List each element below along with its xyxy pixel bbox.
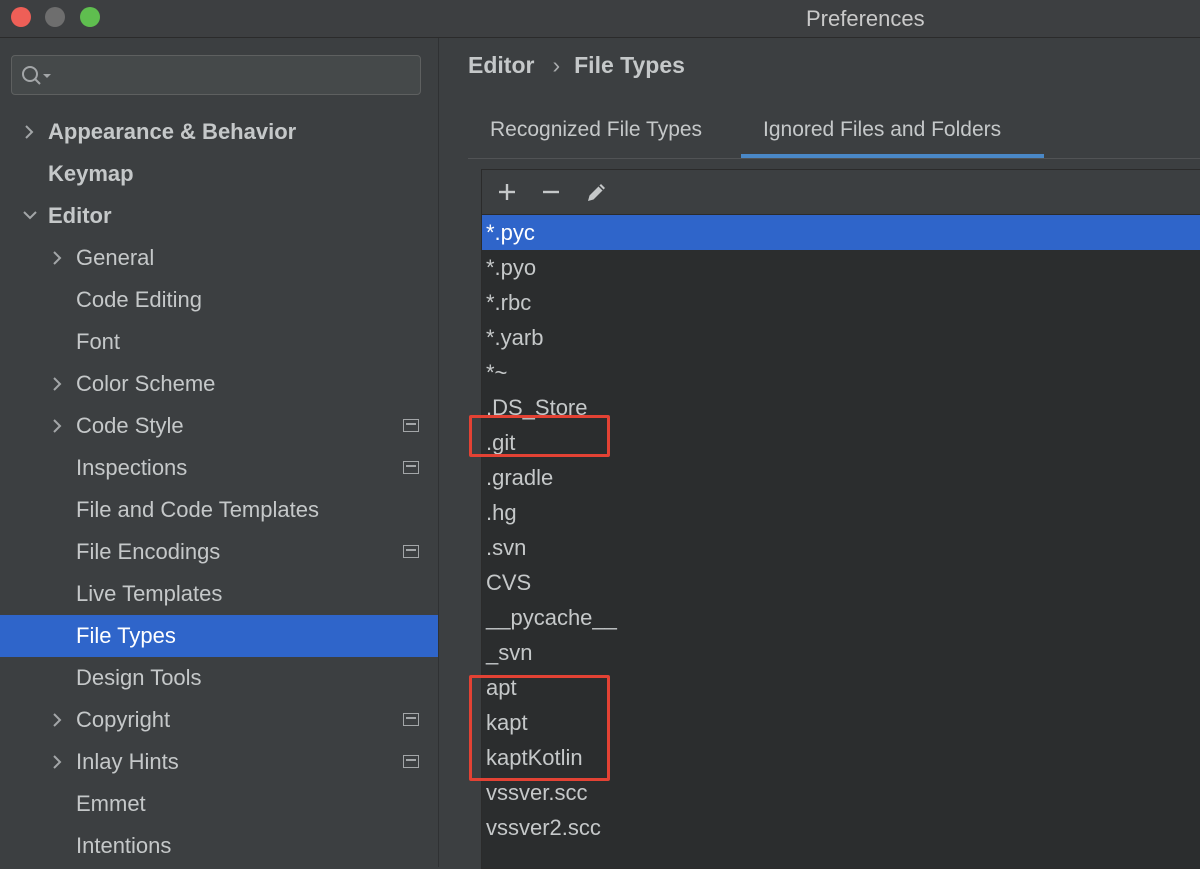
pencil-icon[interactable] — [585, 180, 609, 204]
sidebar-item-design-tools[interactable]: Design Tools — [0, 657, 438, 699]
list-item[interactable]: .gradle — [482, 460, 1200, 495]
sidebar-item-label: File Encodings — [76, 539, 221, 564]
sidebar-item-label: Appearance & Behavior — [48, 119, 297, 144]
tab-bar: Recognized File Types Ignored Files and … — [468, 106, 1200, 159]
sidebar-item-inlay-hints[interactable]: Inlay Hints — [0, 741, 438, 783]
breadcrumb-separator: › — [552, 52, 561, 78]
main-panel: Editor › File Types Recognized File Types … — [439, 38, 1200, 869]
list-item[interactable]: *.yarb — [482, 320, 1200, 355]
sidebar-item-label: File Types — [76, 623, 176, 648]
sidebar-item-label: Copyright — [76, 707, 171, 732]
list-toolbar — [482, 170, 1200, 215]
chevron-down-icon[interactable] — [20, 195, 40, 237]
sidebar-item-editor[interactable]: Editor — [0, 195, 438, 237]
sidebar-item-label: Code Style — [76, 413, 184, 438]
chevron-right-icon[interactable] — [48, 741, 68, 783]
chevron-right-icon[interactable] — [48, 237, 68, 279]
project-settings-icon — [403, 755, 419, 768]
chevron-right-icon[interactable] — [48, 405, 68, 447]
sidebar-item-label: File and Code Templates — [76, 497, 319, 522]
list-item[interactable]: _svn — [482, 635, 1200, 670]
breadcrumb: Editor › File Types — [468, 52, 685, 79]
ignored-files-panel: *.pyc *.pyo *.rbc *.yarb *~ .DS_Store .git .gra… — [469, 169, 1200, 869]
sidebar-item-label: Code Editing — [76, 287, 202, 312]
sidebar-item-appearance-behavior[interactable]: Appearance & Behavior — [0, 111, 438, 153]
highlight-box-kapt — [469, 675, 610, 781]
tab-recognized-file-types[interactable]: Recognized File Types — [490, 106, 736, 158]
sidebar-item-code-style[interactable]: Code Style — [0, 405, 438, 447]
search-icon — [22, 66, 51, 85]
chevron-right-icon[interactable] — [48, 699, 68, 741]
project-settings-icon — [403, 461, 419, 474]
sidebar-item-label: Color Scheme — [76, 371, 216, 396]
list-item[interactable]: .svn — [482, 530, 1200, 565]
sidebar-item-inspections[interactable]: Inspections — [0, 447, 438, 489]
close-window-button[interactable] — [11, 7, 31, 27]
project-settings-icon — [403, 713, 419, 726]
settings-sidebar: Appearance & Behavior Keymap Editor General… — [0, 38, 439, 867]
project-settings-icon — [403, 419, 419, 432]
sidebar-item-label: Intentions — [76, 833, 172, 858]
minus-icon[interactable] — [539, 180, 563, 204]
sidebar-item-code-editing[interactable]: Code Editing — [0, 279, 438, 321]
search-field[interactable] — [11, 55, 421, 95]
project-settings-icon — [403, 545, 419, 558]
sidebar-item-file-types[interactable]: File Types — [0, 615, 438, 657]
sidebar-item-emmet[interactable]: Emmet — [0, 783, 438, 825]
window-title: Preferences — [806, 6, 925, 31]
sidebar-item-file-and-code-templates[interactable]: File and Code Templates — [0, 489, 438, 531]
list-item[interactable]: CVS — [482, 565, 1200, 600]
breadcrumb-parent[interactable]: Editor — [468, 52, 534, 78]
breadcrumb-current: File Types — [574, 52, 685, 78]
sidebar-item-file-encodings[interactable]: File Encodings — [0, 531, 438, 573]
sidebar-item-label: Editor — [48, 203, 112, 228]
sidebar-item-intentions[interactable]: Intentions — [0, 825, 438, 867]
list-item[interactable]: vssver2.scc — [482, 810, 1200, 845]
list-item[interactable]: *.pyo — [482, 250, 1200, 285]
sidebar-item-keymap[interactable]: Keymap — [0, 153, 438, 195]
list-item[interactable]: *.pyc — [482, 215, 1200, 250]
sidebar-item-font[interactable]: Font — [0, 321, 438, 363]
sidebar-item-label: Inlay Hints — [76, 749, 179, 774]
list-item[interactable]: __pycache__ — [482, 600, 1200, 635]
list-item[interactable]: .hg — [482, 495, 1200, 530]
chevron-right-icon[interactable] — [20, 111, 40, 153]
sidebar-item-color-scheme[interactable]: Color Scheme — [0, 363, 438, 405]
sidebar-item-label: Emmet — [76, 791, 146, 816]
sidebar-item-label: Live Templates — [76, 581, 223, 606]
sidebar-item-live-templates[interactable]: Live Templates — [0, 573, 438, 615]
tab-ignored-files-and-folders[interactable]: Ignored Files and Folders — [741, 106, 1044, 158]
sidebar-item-copyright[interactable]: Copyright — [0, 699, 438, 741]
chevron-right-icon[interactable] — [48, 363, 68, 405]
sidebar-item-label: Design Tools — [76, 665, 202, 690]
list-item[interactable]: *~ — [482, 355, 1200, 390]
plus-icon[interactable] — [495, 180, 519, 204]
sidebar-item-label: Font — [76, 329, 121, 354]
sidebar-item-label: Keymap — [48, 161, 134, 186]
title-bar: Preferences — [0, 0, 1200, 38]
minimize-window-button[interactable] — [45, 7, 65, 27]
list-item[interactable]: *.rbc — [482, 285, 1200, 320]
sidebar-item-label: General — [76, 245, 155, 270]
highlight-box-gradle — [469, 415, 610, 457]
zoom-window-button[interactable] — [80, 7, 100, 27]
sidebar-item-general[interactable]: General — [0, 237, 438, 279]
sidebar-item-label: Inspections — [76, 455, 188, 480]
